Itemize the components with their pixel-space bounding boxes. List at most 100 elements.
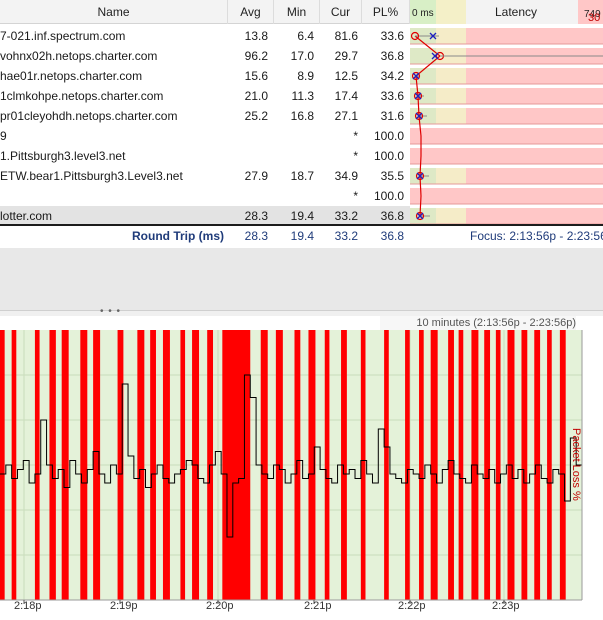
column-header-avg[interactable]: Avg: [228, 0, 274, 24]
table-row[interactable]: 7-021.inf.spectrum.com 13.8 6.4 81.6 33.6: [0, 26, 410, 46]
packet-loss-bar: [150, 330, 156, 600]
hop-cur: 27.1: [334, 109, 358, 123]
hop-pl: 100.0: [373, 149, 404, 163]
packet-loss-bar: [80, 330, 88, 600]
latency-row-band: [410, 128, 603, 144]
timeline-chart-svg: [0, 330, 583, 604]
packet-loss-bar: [0, 330, 5, 600]
y-axis-title: Packet Loss %: [570, 428, 582, 501]
column-header-pl[interactable]: PL%: [362, 0, 410, 24]
table-row[interactable]: lotter.com 28.3 19.4 33.2 36.8: [0, 206, 410, 226]
packet-loss-bar: [222, 330, 251, 600]
packet-loss-bar: [547, 330, 552, 600]
latency-row-mid-zone: [436, 168, 466, 184]
hop-cur: 29.7: [334, 49, 358, 63]
hop-name: [0, 186, 228, 206]
packet-loss-bar: [11, 330, 17, 600]
packet-loss-bar: [61, 330, 69, 600]
hop-pl: 36.8: [380, 209, 404, 223]
hop-name: pr01cleyohdh.netops.charter.com: [0, 109, 178, 123]
packet-loss-bar: [521, 330, 528, 600]
table-row[interactable]: ETW.bear1.Pittsburgh3.Level3.net 27.9 18.7…: [0, 166, 410, 186]
table-row[interactable]: vohnx02h.netops.charter.com 96.2 17.0 29.7 3…: [0, 46, 410, 66]
hop-min: 6.4: [297, 29, 314, 43]
latency-row-band: [410, 188, 603, 204]
hop-avg: 13.8: [244, 29, 268, 43]
table-row[interactable]: 1.Pittsburgh3.level3.net * 100.0: [0, 146, 410, 166]
hop-avg: 21.0: [244, 89, 268, 103]
time-range-dropdown[interactable]: 10 minutes (2:13:56p - 2:23:56p): [380, 316, 576, 330]
hop-min: 17.0: [290, 49, 314, 63]
hop-table: Name Avg Min Cur PL% 7-021.inf.spectrum.…: [0, 0, 603, 248]
hop-min: 18.7: [290, 169, 314, 183]
hop-name: 9: [0, 129, 7, 143]
hop-cur: 12.5: [334, 69, 358, 83]
x-tick-label: 2:21p: [304, 600, 332, 612]
latency-title: Latency: [495, 5, 537, 19]
summary-cur: 33.2: [334, 229, 358, 243]
hop-pl: 35.5: [380, 169, 404, 183]
hop-avg: [228, 146, 268, 166]
packet-loss-bar: [430, 330, 438, 600]
hop-name: hae01r.netops.charter.com: [0, 69, 143, 83]
y-axis-max-label: 30: [588, 12, 601, 24]
table-row[interactable]: 9 * 100.0: [0, 126, 410, 146]
hop-min: 16.8: [290, 109, 314, 123]
hop-cur: 17.4: [334, 89, 358, 103]
hop-avg: 27.9: [244, 169, 268, 183]
x-tick-label: 2:22p: [398, 600, 426, 612]
x-tick-label: 2:20p: [206, 600, 234, 612]
hop-name: lotter.com: [0, 209, 53, 223]
table-row[interactable]: * 100.0: [0, 186, 410, 206]
hop-avg: 96.2: [244, 49, 268, 63]
hop-cur: *: [353, 189, 358, 203]
hop-pl: 31.6: [380, 109, 404, 123]
x-tick-label: 2:23p: [492, 600, 520, 612]
timeline-chart: 10 minutes (2:13:56p - 2:23:56p): [0, 316, 603, 620]
latency-header-mid-zone: [436, 0, 466, 24]
column-header-min[interactable]: Min: [274, 0, 320, 24]
hop-avg: 15.6: [244, 69, 268, 83]
hop-pl: 34.2: [380, 69, 404, 83]
packet-loss-bar: [495, 330, 501, 600]
column-header-name[interactable]: Name: [0, 0, 228, 24]
table-row[interactable]: 1clmkohpe.netops.charter.com 21.0 11.3 17.4…: [0, 86, 410, 106]
hop-cur: 81.6: [334, 29, 358, 43]
latency-row-mid-zone: [436, 68, 466, 84]
packet-loss-bar: [559, 330, 566, 600]
hop-pl: 36.8: [380, 49, 404, 63]
packet-loss-bar: [324, 330, 330, 600]
hop-cur: 33.2: [334, 209, 358, 223]
hop-min: [274, 126, 314, 146]
packet-loss-bar: [34, 330, 40, 600]
packet-loss-bar: [405, 330, 410, 600]
round-trip-label: Round Trip (ms): [132, 229, 224, 243]
table-row[interactable]: hae01r.netops.charter.com 15.6 8.9 12.5 34.2: [0, 66, 410, 86]
hop-cur: *: [353, 149, 358, 163]
hop-pl: 33.6: [380, 89, 404, 103]
hop-cur: 34.9: [334, 169, 358, 183]
hop-avg: 25.2: [244, 109, 268, 123]
hop-min: [274, 186, 314, 206]
x-tick-label: 2:18p: [14, 600, 42, 612]
hop-avg: 28.3: [244, 209, 268, 223]
hop-min: 8.9: [297, 69, 314, 83]
summary-min: 19.4: [290, 229, 314, 243]
packet-loss-bar: [180, 330, 186, 600]
hop-name: ETW.bear1.Pittsburgh3.Level3.net: [0, 169, 183, 183]
latency-zero-label: 0 ms: [412, 8, 434, 19]
table-row[interactable]: pr01cleyohdh.netops.charter.com 25.2 16.8 2…: [0, 106, 410, 126]
hop-name: vohnx02h.netops.charter.com: [0, 49, 158, 63]
empty-pane: [0, 248, 603, 310]
packet-loss-bar: [137, 330, 145, 600]
column-header-cur[interactable]: Cur: [320, 0, 362, 24]
latency-row-band: [410, 148, 603, 164]
round-trip-summary-row: Round Trip (ms) 28.3 19.4 33.2 36.8 Focu…: [0, 224, 603, 244]
latency-graph: 0 ms Latency 749: [410, 0, 603, 224]
focus-range: Focus: 2:13:56p - 2:23:56: [470, 229, 603, 243]
latency-row-mid-zone: [436, 28, 466, 44]
hop-min: [274, 146, 314, 166]
hop-avg: [228, 126, 268, 146]
hop-min: 19.4: [290, 209, 314, 223]
packet-loss-bar: [162, 330, 170, 600]
